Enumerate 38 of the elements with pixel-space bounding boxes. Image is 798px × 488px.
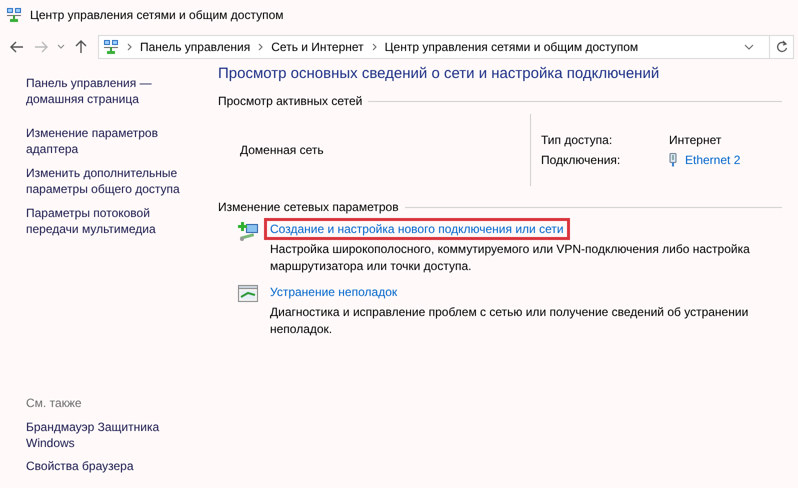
window-title: Центр управления сетями и общим доступом [30, 8, 284, 22]
chevron-icon [258, 42, 264, 50]
network-name: Доменная сеть [240, 143, 324, 157]
property-label: Подключения: [541, 153, 622, 167]
breadcrumb-item[interactable]: Центр управления сетями и общим доступом [384, 40, 638, 54]
chevron-icon [127, 42, 132, 50]
task-link[interactable]: Создание и настройка нового подключения или сети [270, 222, 564, 236]
sidebar-link[interactable]: Изменение параметров адаптера [26, 125, 186, 157]
property-value: Интернет [669, 133, 722, 147]
network-icon [6, 7, 22, 23]
ethernet-icon [669, 153, 677, 167]
task-link[interactable]: Устранение неполадок [270, 285, 398, 299]
up-arrow-icon [75, 40, 87, 54]
breadcrumb-item[interactable]: Панель управления [140, 40, 250, 54]
task-description: Диагностика и исправление проблем с сетью или получение сведений об устранении неполадок. [270, 304, 750, 338]
section-heading: Просмотр активных сетей [218, 94, 362, 108]
left-arrow-icon [10, 40, 24, 52]
address-bar[interactable]: Панель управления Сеть и Интернет Центр управления сетями и общим доступом [98, 34, 794, 58]
page-title: Просмотр основных сведений о сети и настройка подключений [218, 65, 660, 82]
chevron-icon [372, 42, 377, 50]
sidebar-link[interactable]: Изменить дополнительные параметры общего доступа [26, 165, 186, 197]
troubleshoot-icon [238, 285, 260, 305]
property-label: Тип доступа: [541, 133, 614, 147]
section-heading: Изменение сетевых параметров [218, 200, 399, 214]
chevron-down-icon [57, 44, 65, 50]
section-heading: См. также [26, 396, 83, 410]
add-network-icon [238, 222, 260, 242]
sidebar-link[interactable]: Брандмауэр Защитника Windows [26, 419, 186, 451]
breadcrumb-item[interactable]: Сеть и Интернет [271, 40, 364, 54]
refresh-icon [776, 40, 788, 53]
sidebar-link[interactable]: Параметры потоковой передачи мультимедиа [26, 205, 186, 237]
task-description: Настройка широкополосного, коммутируемого или VPN-подключения либо настройка маршрутизатора или точки доступа. [270, 241, 751, 275]
right-arrow-icon [34, 40, 48, 52]
sidebar-link[interactable]: Панель управления — домашняя страница [26, 75, 186, 107]
chevron-down-icon [744, 44, 754, 50]
network-icon [103, 38, 119, 54]
connection-link[interactable]: Ethernet 2 [685, 153, 740, 167]
sidebar-link[interactable]: Свойства браузера [26, 458, 134, 474]
